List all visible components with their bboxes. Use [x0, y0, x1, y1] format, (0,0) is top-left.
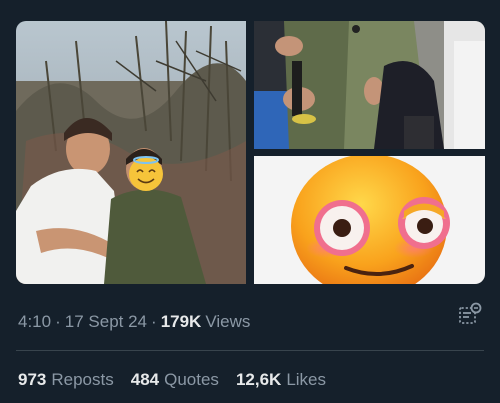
media-grid [16, 21, 485, 284]
views-label: Views [205, 312, 251, 331]
quotes-count: 484 [130, 370, 160, 389]
tweet-time[interactable]: 4:10 [18, 312, 51, 332]
divider [16, 350, 484, 351]
likes-count: 12,6K [235, 370, 282, 389]
photo-left-image [16, 21, 246, 284]
analytics-icon [459, 302, 482, 324]
post-analytics-button[interactable] [455, 300, 485, 330]
likes-stat[interactable]: 12,6K Likes [236, 370, 326, 390]
tweet-meta: 4:10 · 17 Sept 24 · 179K Views [18, 311, 250, 333]
tweet-date[interactable]: 17 Sept 24 [65, 312, 147, 332]
quotes-stat[interactable]: 484 Quotes [131, 370, 219, 390]
engagement-stats: 973 Reposts 484 Quotes 12,6K Likes [18, 369, 343, 391]
photo-left[interactable] [16, 21, 246, 284]
photo-top-right-image [254, 21, 485, 149]
photo-top-right[interactable] [254, 21, 485, 149]
reposts-stat[interactable]: 973 Reposts [18, 370, 114, 390]
quotes-label: Quotes [164, 370, 219, 389]
meta-separator: · [55, 312, 61, 331]
meta-separator: · [151, 312, 157, 331]
photo-bottom-right-image [254, 156, 485, 284]
views-count: 179K [160, 312, 202, 331]
reposts-count: 973 [18, 370, 47, 389]
photo-bottom-right[interactable] [254, 156, 485, 284]
reposts-label: Reposts [51, 370, 114, 389]
likes-label: Likes [286, 370, 326, 389]
